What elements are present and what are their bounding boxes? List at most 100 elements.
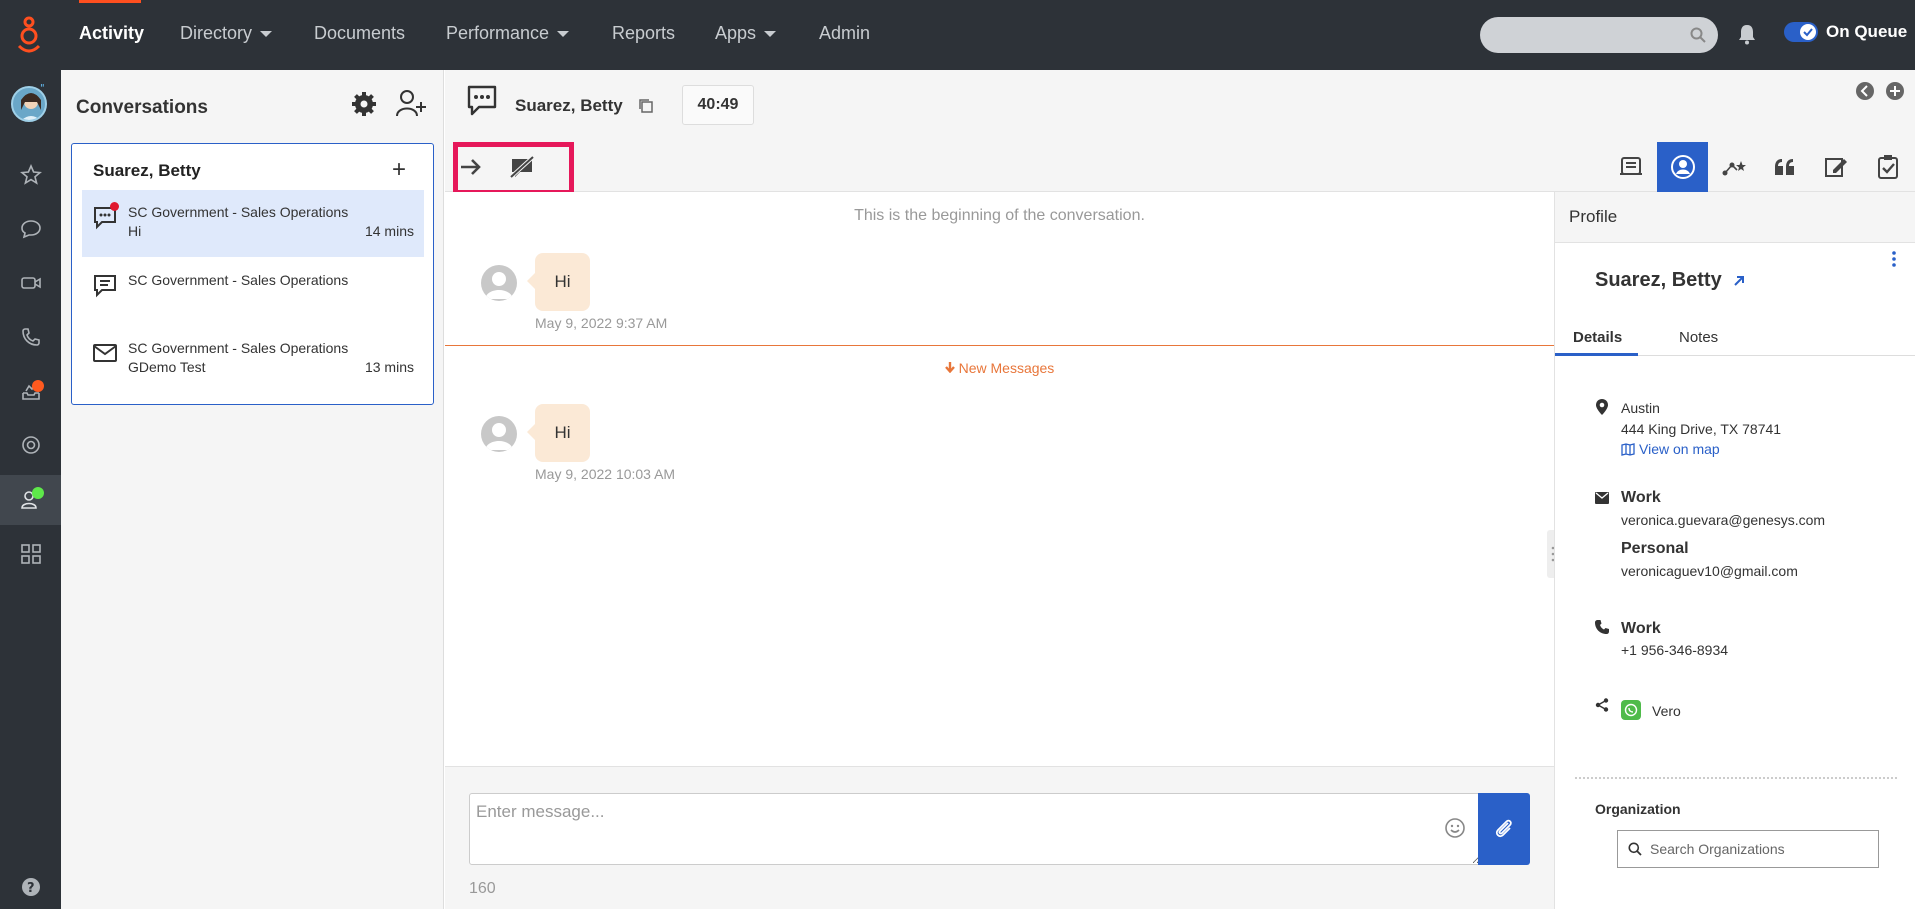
message-timestamp: May 9, 2022 9:37 AM <box>535 315 668 331</box>
profile-title: Profile <box>1569 207 1618 226</box>
chat-transcript: This is the beginning of the conversatio… <box>445 192 1554 766</box>
quote-icon: " <box>40 83 45 91</box>
collapse-left-icon[interactable] <box>1855 81 1875 101</box>
add-circle-icon[interactable] <box>1885 81 1905 101</box>
last-message: Hi <box>128 223 142 239</box>
global-search[interactable] <box>1480 17 1718 53</box>
nav-apps[interactable]: Apps <box>715 23 777 44</box>
rail-help[interactable]: ? <box>0 867 61 907</box>
nav-reports[interactable]: Reports <box>612 23 675 44</box>
message-timestamp: May 9, 2022 10:03 AM <box>535 466 676 482</box>
gear-icon[interactable] <box>351 91 377 117</box>
nav-admin[interactable]: Admin <box>819 23 870 44</box>
organization-label: Organization <box>1595 801 1681 817</box>
attach-button[interactable] <box>1478 793 1530 865</box>
search-icon <box>1628 842 1642 856</box>
contact-conversation-card: Suarez, Betty + SC Government - Sales Op… <box>71 143 434 405</box>
conversation-item-message[interactable]: SC Government - Sales Operations <box>82 258 424 325</box>
address-city: Austin <box>1621 400 1660 416</box>
personal-email[interactable]: veronicaguev10@gmail.com <box>1621 563 1798 579</box>
conversation-item-chat[interactable]: SC Government - Sales Operations Hi 14 m… <box>82 190 424 257</box>
email-icon <box>93 344 117 362</box>
rail-apps[interactable] <box>0 529 61 579</box>
queue-name: SC Government - Sales Operations <box>128 272 349 288</box>
rail-video[interactable] <box>0 258 61 308</box>
apps-grid-icon <box>20 544 41 564</box>
check-icon <box>1800 24 1816 40</box>
chevron-down-icon <box>557 30 570 37</box>
profile-icon <box>1670 155 1695 179</box>
message-bubble: Hi <box>527 253 590 311</box>
profile-button[interactable] <box>1657 142 1708 192</box>
script-button[interactable] <box>1605 142 1656 192</box>
organization-search[interactable] <box>1617 830 1879 868</box>
chevron-down-icon <box>764 30 777 37</box>
nav-performance[interactable]: Performance <box>446 23 570 44</box>
svg-text:?: ? <box>27 881 35 896</box>
genesys-logo-icon[interactable] <box>14 16 44 56</box>
on-queue-toggle[interactable] <box>1784 22 1818 42</box>
queue-name: SC Government - Sales Operations <box>128 340 349 356</box>
nav-activity[interactable]: Activity <box>79 23 144 44</box>
quick-responses-button[interactable] <box>1759 142 1810 192</box>
add-user-icon[interactable] <box>395 88 427 118</box>
unread-badge <box>110 202 119 211</box>
interaction-header: Suarez, Betty 40:49 <box>445 70 1915 142</box>
emoji-icon[interactable] <box>1444 817 1466 839</box>
queue-status-label: On Queue <box>1826 22 1908 41</box>
lifebuoy-icon <box>21 436 40 454</box>
nav-documents[interactable]: Documents <box>314 23 405 44</box>
rail-agent-profile[interactable] <box>0 475 61 525</box>
wrap-up-button[interactable] <box>1862 142 1913 192</box>
chat-bubble-icon <box>20 220 41 239</box>
organization-search-input[interactable] <box>1650 839 1870 859</box>
participant-name: Suarez, Betty <box>515 96 623 115</box>
interaction-toolbar <box>445 142 1915 192</box>
whatsapp-icon <box>1621 700 1641 720</box>
svg-text:": " <box>40 83 45 91</box>
personal-email-label: Personal <box>1621 540 1689 557</box>
paperclip-icon <box>1495 819 1512 838</box>
email-subject: GDemo Test <box>128 359 206 375</box>
work-email[interactable]: veronica.guevara@genesys.com <box>1621 512 1825 528</box>
rail-favorites[interactable] <box>0 150 61 200</box>
social-handle: Vero <box>1652 703 1681 719</box>
status-badge <box>32 487 44 499</box>
share-icon <box>1595 698 1609 712</box>
quote-icon <box>1774 159 1794 175</box>
nav-directory[interactable]: Directory <box>180 23 273 44</box>
map-icon <box>1621 442 1635 456</box>
profile-header: Profile <box>1555 192 1915 243</box>
journey-button[interactable] <box>1708 142 1759 192</box>
rail-inbox[interactable] <box>0 366 61 416</box>
tab-details[interactable]: Details <box>1573 329 1622 346</box>
notes-button[interactable] <box>1810 142 1861 192</box>
top-navigation: Activity Directory Documents Performance… <box>0 0 1915 70</box>
conversation-item-email[interactable]: SC Government - Sales Operations GDemo T… <box>82 326 424 393</box>
message-input[interactable] <box>469 793 1482 865</box>
rail-chat[interactable] <box>0 204 61 254</box>
profile-name: Suarez, Betty <box>1595 269 1746 292</box>
message-bubble: Hi <box>527 404 590 462</box>
tab-notes[interactable]: Notes <box>1679 329 1718 346</box>
phone-number[interactable]: +1 956-346-8934 <box>1621 642 1728 658</box>
rail-phone[interactable] <box>0 312 61 362</box>
section-divider <box>1575 777 1897 779</box>
journey-icon <box>1722 161 1746 176</box>
view-on-map-link[interactable]: View on map <box>1621 441 1720 457</box>
new-messages-label: New Messages <box>445 360 1554 376</box>
add-conversation-button[interactable]: + <box>392 156 406 184</box>
message-composer: 160 <box>445 766 1554 909</box>
notification-badge <box>32 380 44 392</box>
video-icon <box>20 277 41 289</box>
more-vertical-icon[interactable] <box>1891 250 1897 268</box>
star-icon <box>19 164 42 185</box>
email-icon <box>1595 492 1609 504</box>
external-link-icon[interactable] <box>1732 274 1746 288</box>
chevron-down-icon <box>260 30 273 37</box>
bell-icon[interactable] <box>1738 23 1756 45</box>
work-email-label: Work <box>1621 489 1661 506</box>
avatar[interactable] <box>11 86 47 122</box>
copy-icon[interactable] <box>637 97 655 115</box>
rail-support[interactable] <box>0 420 61 470</box>
